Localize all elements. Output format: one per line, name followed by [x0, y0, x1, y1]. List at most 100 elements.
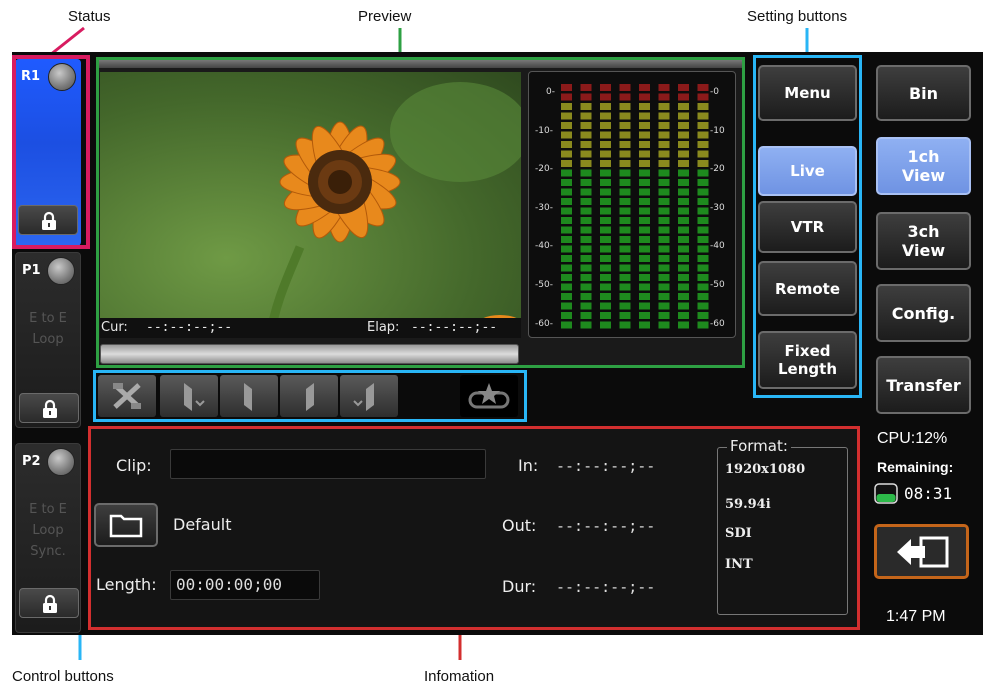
meter-segment	[561, 169, 572, 177]
meter-segment	[619, 150, 631, 158]
meter-segment	[619, 245, 631, 253]
meter-segment	[580, 207, 592, 215]
meter-tick-label-left: 0-	[546, 87, 555, 97]
meter-segment	[639, 236, 650, 243]
meter-segment	[697, 122, 709, 129]
elap-timecode: --:--:--;--	[411, 320, 498, 335]
meter-segment	[678, 122, 689, 129]
meter-segment	[658, 217, 670, 224]
remote-button[interactable]: Remote	[758, 261, 857, 316]
lock-button[interactable]	[19, 588, 79, 618]
meter-segment	[658, 84, 670, 91]
meter-segment	[619, 112, 631, 120]
menu-button[interactable]: Menu	[758, 65, 857, 121]
meter-segment	[639, 293, 650, 300]
meter-segment	[658, 198, 670, 205]
bin-button[interactable]: Bin	[876, 65, 971, 121]
meter-segment	[639, 283, 650, 291]
meter-segment	[561, 302, 572, 310]
meter-segment	[600, 217, 611, 224]
meter-tick-label-left: -20-	[535, 164, 553, 175]
meter-segment	[619, 217, 631, 224]
clock: 1:47 PM	[886, 608, 946, 625]
config-button[interactable]: Config.	[876, 284, 971, 342]
goto-in-button[interactable]	[220, 375, 278, 417]
scrub-bar[interactable]	[100, 344, 519, 364]
format-title: Format:	[727, 437, 791, 455]
meter-segment	[697, 160, 709, 167]
transfer-button[interactable]: Transfer	[876, 356, 971, 414]
mark-in-button[interactable]	[160, 375, 218, 417]
lock-button[interactable]	[19, 393, 79, 423]
fixed-length-button[interactable]: Fixed Length	[758, 331, 857, 389]
in-value: --:--:--;--	[556, 457, 656, 475]
meter-segment	[619, 274, 631, 281]
meter-segment	[678, 93, 689, 101]
meter-segment	[580, 131, 592, 139]
status-led-icon	[47, 257, 75, 285]
shuffle-button[interactable]	[98, 375, 156, 417]
meter-segment	[678, 312, 689, 319]
meter-segment	[658, 103, 670, 110]
slot-label: P1	[22, 263, 41, 278]
clip-field[interactable]	[170, 449, 486, 479]
status-slot-p2[interactable]: P2 E to E Loop Sync.	[15, 443, 81, 633]
1ch-view-label-2: View	[901, 166, 946, 185]
meter-segment	[697, 207, 709, 215]
meter-segment	[639, 122, 650, 129]
back-button[interactable]	[874, 524, 969, 579]
meter-segment	[678, 84, 689, 91]
status-slot-p1[interactable]: P1 E to E Loop	[15, 252, 81, 428]
meter-segment	[697, 255, 709, 262]
favorite-button[interactable]	[460, 375, 518, 417]
mark-out-button[interactable]	[340, 375, 398, 417]
meter-tick-label-left: -10-	[535, 125, 553, 136]
meter-segment	[678, 198, 689, 205]
meter-segment	[639, 217, 650, 224]
vtr-button[interactable]: VTR	[758, 201, 857, 253]
meter-segment	[678, 293, 689, 300]
meter-segment	[678, 131, 689, 139]
meter-segment	[561, 264, 572, 272]
3ch-view-button[interactable]: 3ch View	[876, 212, 971, 270]
meter-segment	[619, 93, 631, 101]
meter-segment	[697, 283, 709, 291]
meter-segment	[678, 226, 689, 234]
meter-segment	[697, 103, 709, 110]
meter-segment	[561, 141, 572, 148]
meter-segment	[639, 198, 650, 205]
live-button[interactable]: Live	[758, 146, 857, 196]
meter-segment	[619, 169, 631, 177]
mark-in-icon	[184, 383, 205, 411]
meter-segment	[678, 103, 689, 110]
meter-tick-label-right: -60	[710, 318, 725, 329]
meter-segment	[697, 302, 709, 310]
meter-segment	[600, 236, 611, 243]
meter-segment	[600, 255, 611, 262]
meter-segment	[658, 141, 670, 148]
meter-segment	[580, 93, 592, 101]
meter-tick-label-right: -20	[710, 164, 725, 175]
goto-out-button[interactable]	[280, 375, 338, 417]
meter-segment	[600, 122, 611, 129]
meter-segment	[697, 312, 709, 319]
meter-segment	[561, 293, 572, 300]
annotation-preview: Preview	[358, 8, 412, 25]
meter-segment	[561, 245, 572, 253]
annotation-status: Status	[68, 8, 111, 25]
meter-segment	[678, 321, 689, 329]
meter-segment	[639, 312, 650, 319]
elap-label: Elap:	[367, 320, 400, 335]
folder-button[interactable]	[94, 503, 158, 547]
meter-segment	[561, 217, 572, 224]
meter-segment	[639, 131, 650, 139]
1ch-view-button[interactable]: 1ch View	[876, 137, 971, 195]
audio-meter-bars	[561, 84, 709, 329]
meter-tick-label-right: -0	[710, 87, 719, 97]
meter-segment	[580, 217, 592, 224]
meter-segment	[658, 283, 670, 291]
meter-segment	[697, 321, 709, 329]
meter-segment	[697, 141, 709, 148]
meter-segment	[619, 283, 631, 291]
meter-segment	[580, 293, 592, 300]
